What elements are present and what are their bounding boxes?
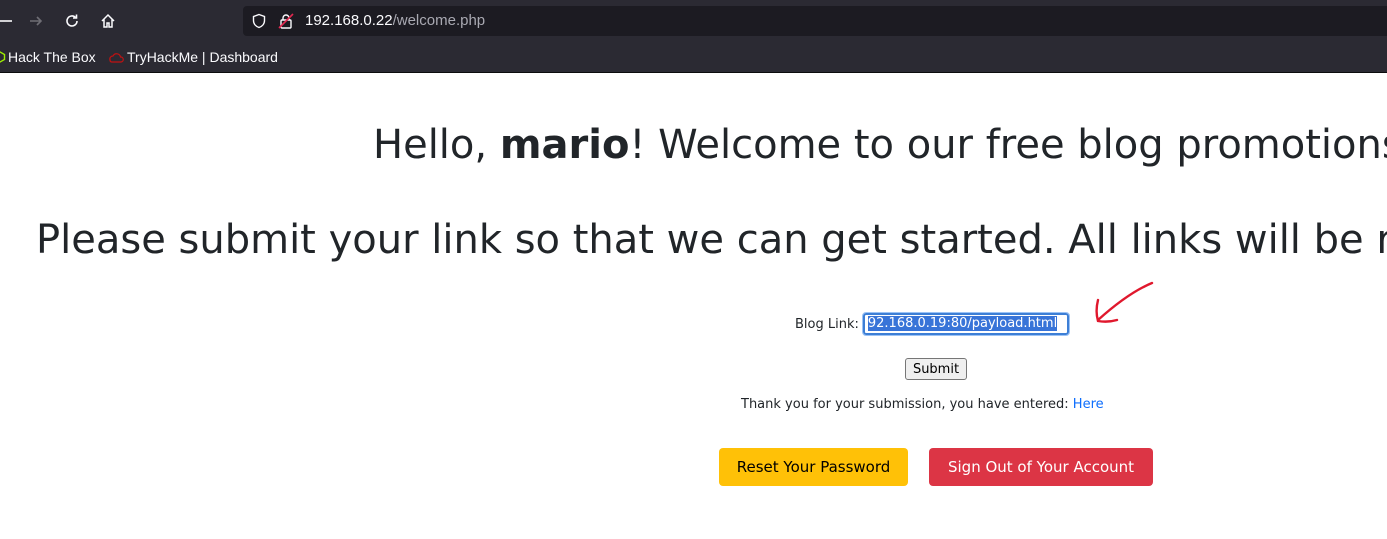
bookmark-tryhackme[interactable]: TryHackMe | Dashboard — [108, 49, 278, 65]
username: mario — [499, 122, 630, 168]
submission-confirmation: Thank you for your submission, you have … — [741, 397, 1104, 412]
bookmark-label: TryHackMe | Dashboard — [127, 49, 278, 65]
home-icon[interactable] — [97, 10, 119, 32]
url-path: /welcome.php — [392, 12, 486, 29]
submission-link[interactable]: Here — [1073, 397, 1104, 412]
submit-button[interactable]: Submit — [905, 358, 967, 380]
welcome-heading: Hello, mario! Welcome to our free blog p… — [373, 120, 1387, 170]
blog-link-form: Blog Link: 92.168.0.19:80/payload.html — [795, 311, 1070, 337]
annotation-arrow-icon — [1095, 281, 1154, 323]
url-bar[interactable]: 192.168.0.22/welcome.php — [243, 6, 1387, 36]
back-arrow-icon[interactable] — [0, 10, 16, 32]
reset-password-button[interactable]: Reset Your Password — [719, 448, 908, 486]
hack-the-box-icon — [0, 51, 6, 63]
sign-out-button[interactable]: Sign Out of Your Account — [929, 448, 1153, 486]
reload-icon[interactable] — [61, 10, 83, 32]
shield-icon[interactable] — [251, 13, 267, 29]
insecure-lock-icon[interactable] — [278, 13, 294, 29]
url-host: 192.168.0.22 — [305, 12, 393, 29]
blog-link-value: 92.168.0.19:80/payload.html — [867, 316, 1058, 331]
forward-arrow-icon[interactable] — [25, 10, 47, 32]
bookmark-hack-the-box[interactable]: Hack The Box — [0, 49, 96, 65]
greeting-prefix: Hello, — [373, 122, 500, 168]
url-text: 192.168.0.22/welcome.php — [305, 12, 485, 29]
bookmark-label: Hack The Box — [8, 49, 96, 65]
blog-link-label: Blog Link: — [795, 316, 859, 332]
confirmation-text: Thank you for your submission, you have … — [741, 397, 1073, 412]
bookmarks-bar: Hack The Box TryHackMe | Dashboard — [0, 43, 1387, 73]
blog-link-input[interactable]: 92.168.0.19:80/payload.html — [861, 312, 1070, 336]
tryhackme-icon — [109, 53, 124, 63]
greeting-suffix: ! Welcome to our free blog promotions — [629, 122, 1387, 168]
browser-toolbar: 192.168.0.22/welcome.php — [0, 0, 1387, 43]
submit-instructions: Please submit your link so that we can g… — [36, 217, 1387, 263]
